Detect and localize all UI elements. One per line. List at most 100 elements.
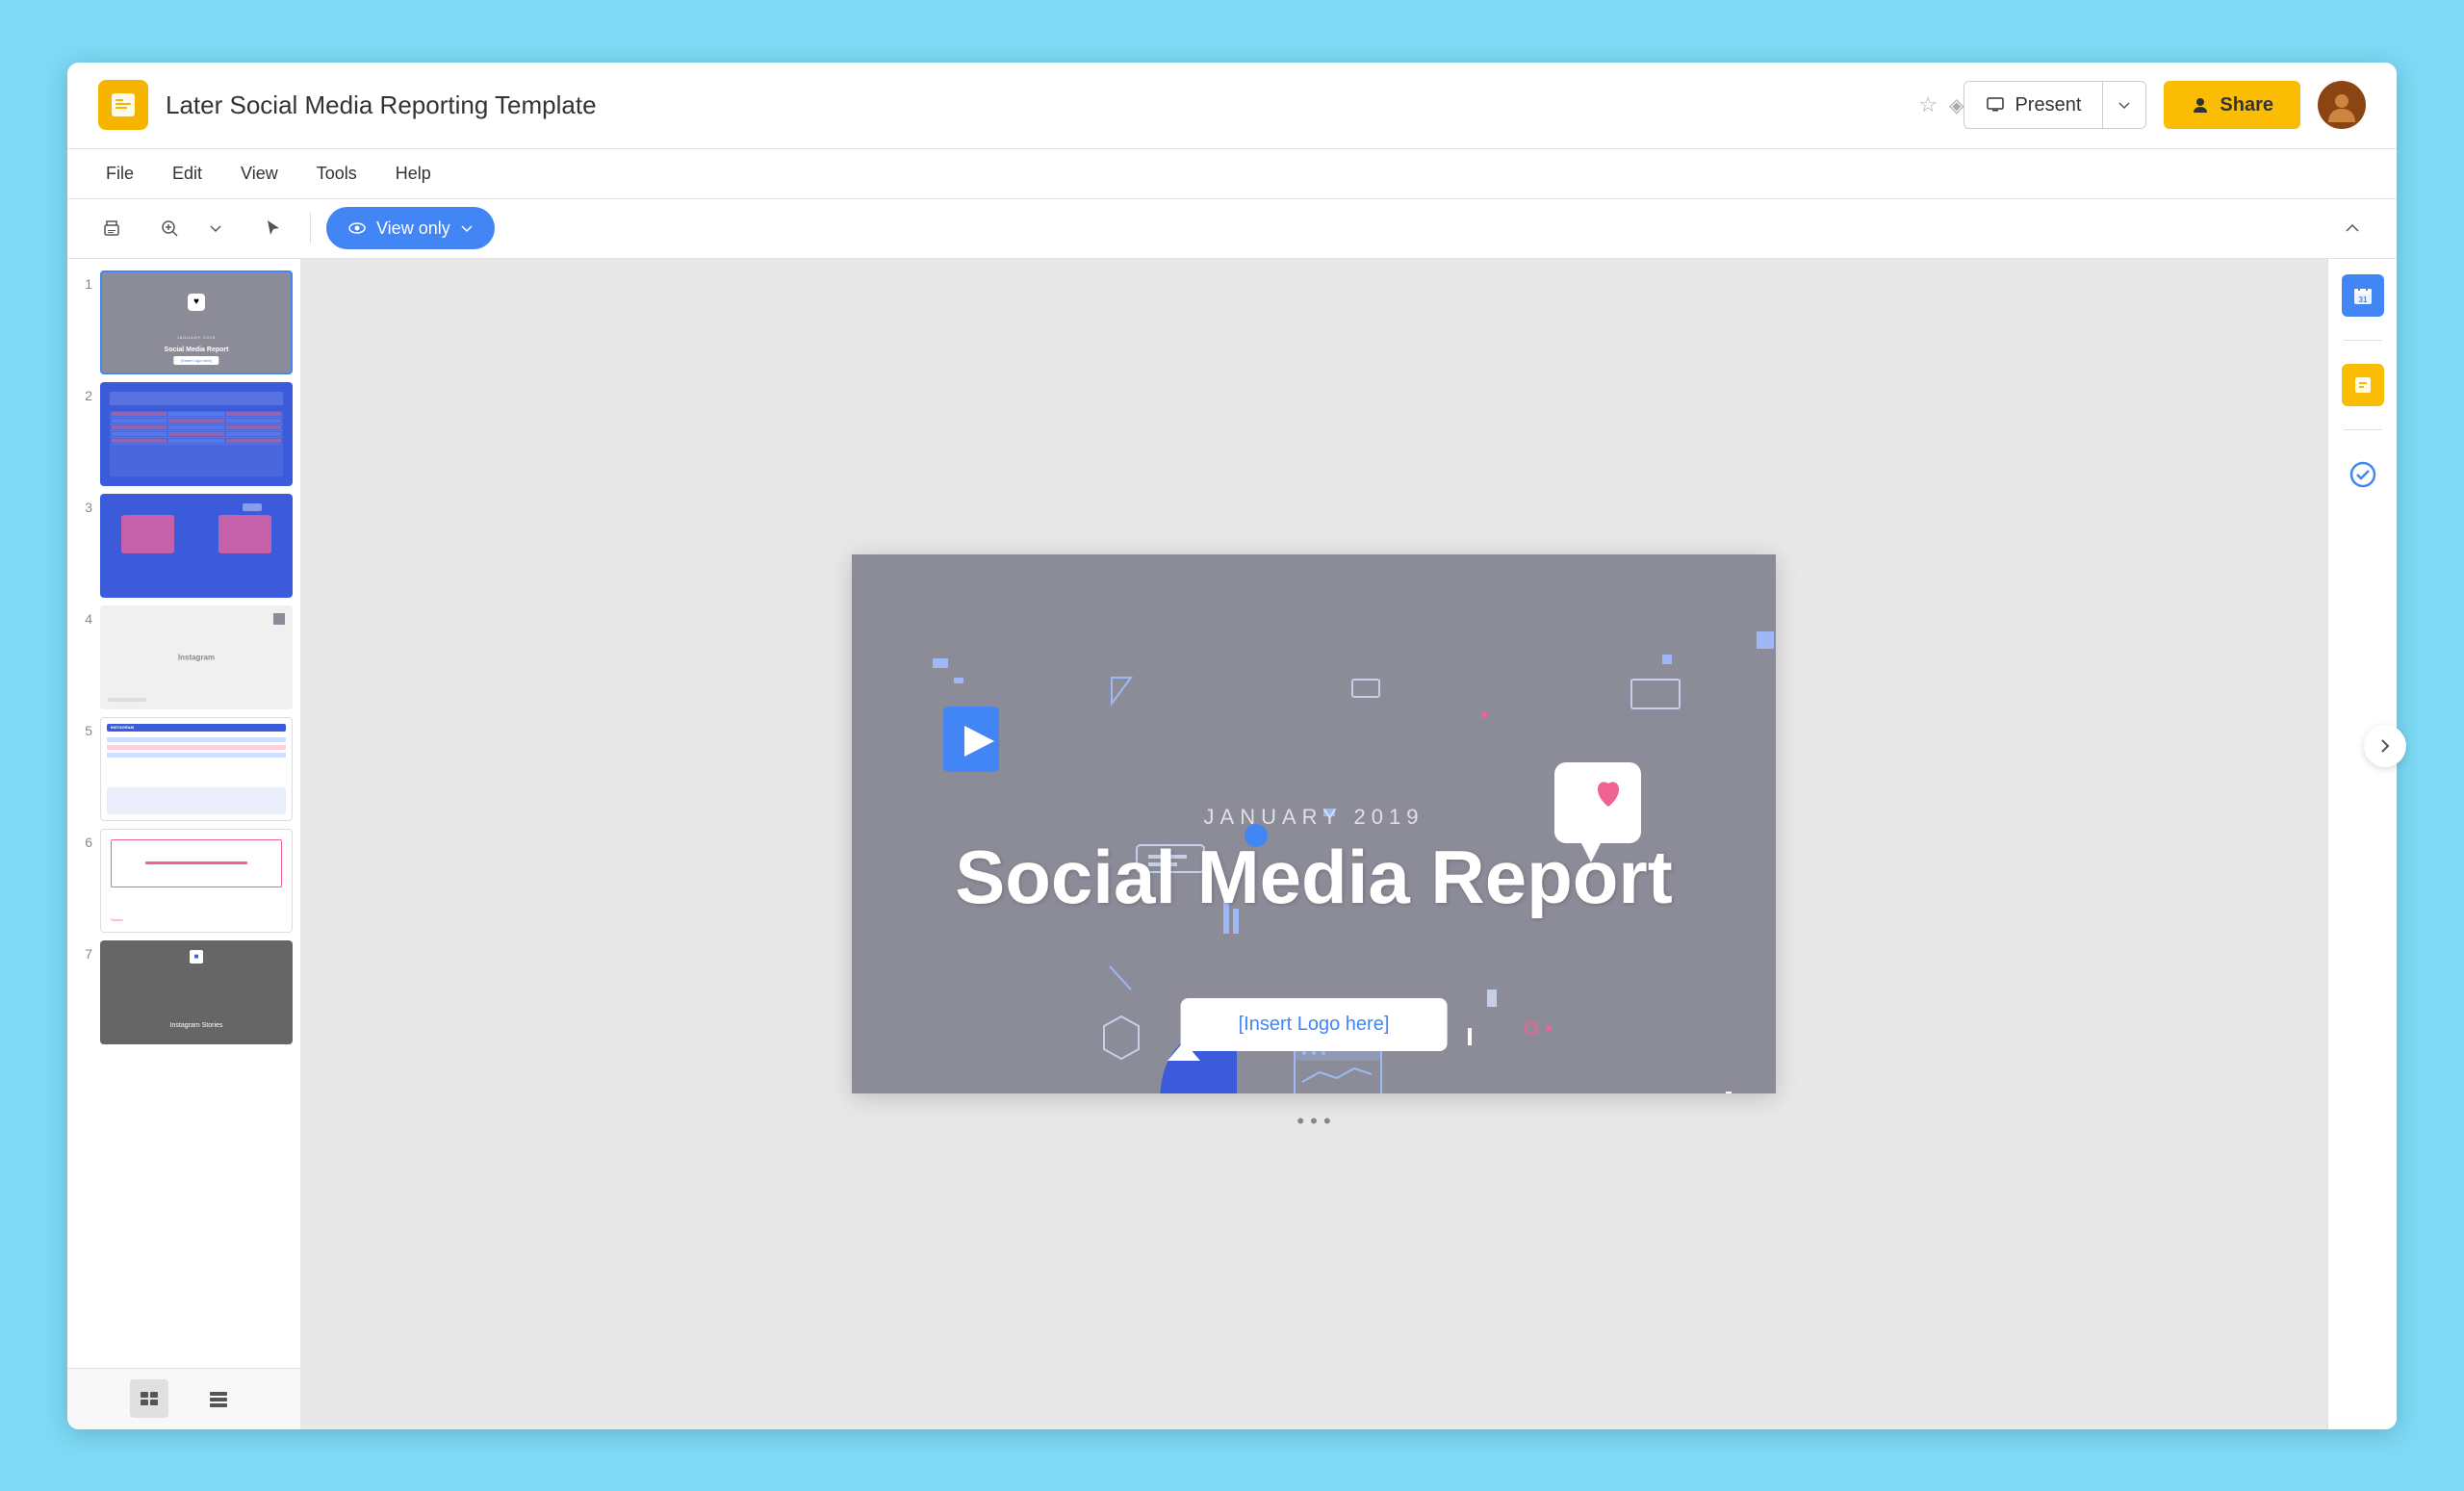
- slide4-label: Instagram: [178, 653, 215, 661]
- calendar-icon: 31: [2342, 274, 2384, 317]
- app-logo: [98, 80, 148, 130]
- cursor-icon: [264, 219, 283, 238]
- slide-dot: • • •: [1296, 1109, 1330, 1134]
- slide-item-6[interactable]: 6 Stories: [75, 829, 293, 933]
- slide5-row1: [107, 737, 286, 742]
- slide6-label: Stories: [111, 917, 122, 922]
- expand-right-button[interactable]: [2364, 725, 2406, 767]
- slide4-bar: [108, 698, 146, 702]
- right-panel-divider-1: [2344, 340, 2382, 341]
- right-panel-check[interactable]: [2342, 453, 2384, 496]
- view-only-label: View only: [376, 219, 450, 239]
- slide-thumb-2[interactable]: [100, 382, 293, 486]
- svg-text:31: 31: [2358, 296, 2367, 304]
- slide-number-4: 4: [75, 611, 92, 627]
- print-button[interactable]: [90, 207, 133, 249]
- header: Later Social Media Reporting Template ☆ …: [67, 63, 2397, 149]
- eye-icon: [347, 219, 367, 238]
- right-panel: 31: [2327, 259, 2397, 1429]
- menu-tools[interactable]: Tools: [301, 158, 372, 190]
- right-panel-divider-2: [2344, 429, 2382, 430]
- slide-logo-text: [Insert Logo here]: [1239, 1014, 1390, 1035]
- zoom-icon: [159, 218, 180, 239]
- slide-logo-placeholder: [Insert Logo here]: [1181, 998, 1448, 1051]
- slide-number-3: 3: [75, 500, 92, 515]
- collapse-toolbar-button[interactable]: [2331, 207, 2374, 249]
- slide5-header: INSTAGRAM: [107, 724, 286, 732]
- slides-list: 1 ♥ JANUARY 2019 Social Media Report [In…: [67, 259, 300, 1368]
- user-avatar[interactable]: [2318, 81, 2366, 129]
- slide-thumb-7[interactable]: ■ Instagram Stories: [100, 940, 293, 1044]
- slide-thumb-6[interactable]: Stories: [100, 829, 293, 933]
- slide2-table: [110, 411, 283, 476]
- check-circle-icon: [2349, 461, 2376, 488]
- slide7-label: Instagram Stories: [102, 1022, 291, 1029]
- menu-view[interactable]: View: [225, 158, 294, 190]
- menu-edit[interactable]: Edit: [157, 158, 218, 190]
- header-actions: Present Share: [1964, 81, 2366, 129]
- slide2-header: [110, 392, 283, 405]
- present-label: Present: [2015, 94, 2081, 116]
- slide-item-1[interactable]: 1 ♥ JANUARY 2019 Social Media Report [In…: [75, 270, 293, 374]
- slide-date: JANUARY 2019: [852, 805, 1776, 830]
- slide6-line: [145, 861, 247, 864]
- slide3-mini: [243, 503, 262, 511]
- zoom-dropdown-button[interactable]: [194, 207, 237, 249]
- slide5-chart: [107, 787, 286, 814]
- list-view-button[interactable]: [130, 1379, 168, 1418]
- doc-title: Later Social Media Reporting Template: [166, 90, 1907, 120]
- slide3-box2: [218, 515, 271, 553]
- grid-view-button[interactable]: [199, 1379, 238, 1418]
- slide-panel-footer: [67, 1368, 300, 1429]
- slide-thumb-5[interactable]: INSTAGRAM: [100, 717, 293, 821]
- tasks-icon: [2342, 364, 2384, 406]
- menu-help[interactable]: Help: [380, 158, 447, 190]
- slide-title-text: Social Media Report: [955, 835, 1673, 919]
- slide-thumb-3[interactable]: [100, 494, 293, 598]
- share-button[interactable]: Share: [2164, 81, 2300, 129]
- main-content: 1 ♥ JANUARY 2019 Social Media Report [In…: [67, 259, 2397, 1429]
- slide1-logo: [Insert Logo here]: [173, 356, 218, 365]
- slide7-icon: ■: [190, 950, 203, 964]
- menu-file[interactable]: File: [90, 158, 149, 190]
- grid-view-icon: [208, 1388, 229, 1409]
- slide4-corner: [273, 613, 285, 625]
- slide-thumb-1[interactable]: ♥ JANUARY 2019 Social Media Report [Inse…: [100, 270, 293, 374]
- present-dropdown-button[interactable]: [2103, 82, 2145, 128]
- right-panel-calendar[interactable]: 31: [2342, 274, 2384, 317]
- print-icon: [101, 218, 122, 239]
- chevron-right-icon: [2376, 737, 2394, 755]
- slide-item-7[interactable]: 7 ■ Instagram Stories: [75, 940, 293, 1044]
- zoom-chevron-icon: [209, 221, 222, 235]
- right-panel-tasks[interactable]: [2342, 364, 2384, 406]
- present-main-button[interactable]: Present: [1964, 82, 2103, 128]
- star-icon[interactable]: ☆: [1918, 92, 1938, 117]
- slide-item-5[interactable]: 5 INSTAGRAM: [75, 717, 293, 821]
- list-view-icon: [139, 1388, 160, 1409]
- chevron-down-icon: [2118, 98, 2131, 112]
- slide-item-3[interactable]: 3: [75, 494, 293, 598]
- slide-main-title: Social Media Report: [852, 834, 1776, 921]
- app-window: Later Social Media Reporting Template ☆ …: [67, 63, 2397, 1429]
- view-only-chevron-icon: [460, 221, 474, 235]
- toolbar: View only: [67, 199, 2397, 259]
- slide-view-area: JANUARY 2019 Social Media Report [Insert…: [300, 259, 2327, 1429]
- cursor-button[interactable]: [252, 207, 295, 249]
- slide-item-4[interactable]: 4 Instagram: [75, 605, 293, 709]
- slide3-box1: [121, 515, 174, 553]
- slide-number-5: 5: [75, 723, 92, 738]
- view-only-button[interactable]: View only: [326, 207, 495, 249]
- slide-number-1: 1: [75, 276, 92, 292]
- slide-date-text: JANUARY 2019: [1204, 805, 1424, 829]
- zoom-button[interactable]: [148, 207, 191, 249]
- slide-item-2[interactable]: 2: [75, 382, 293, 486]
- slide1-heart: ♥: [188, 294, 205, 311]
- slide-thumb-4[interactable]: Instagram: [100, 605, 293, 709]
- present-button[interactable]: Present: [1964, 81, 2146, 129]
- slide-logo-box: [Insert Logo here]: [1181, 998, 1448, 1051]
- slide-nav-dots: • • •: [1296, 1109, 1330, 1134]
- toolbar-divider: [310, 213, 311, 244]
- slide-number-6: 6: [75, 835, 92, 850]
- slide-number-2: 2: [75, 388, 92, 403]
- zoom-group: [148, 207, 237, 249]
